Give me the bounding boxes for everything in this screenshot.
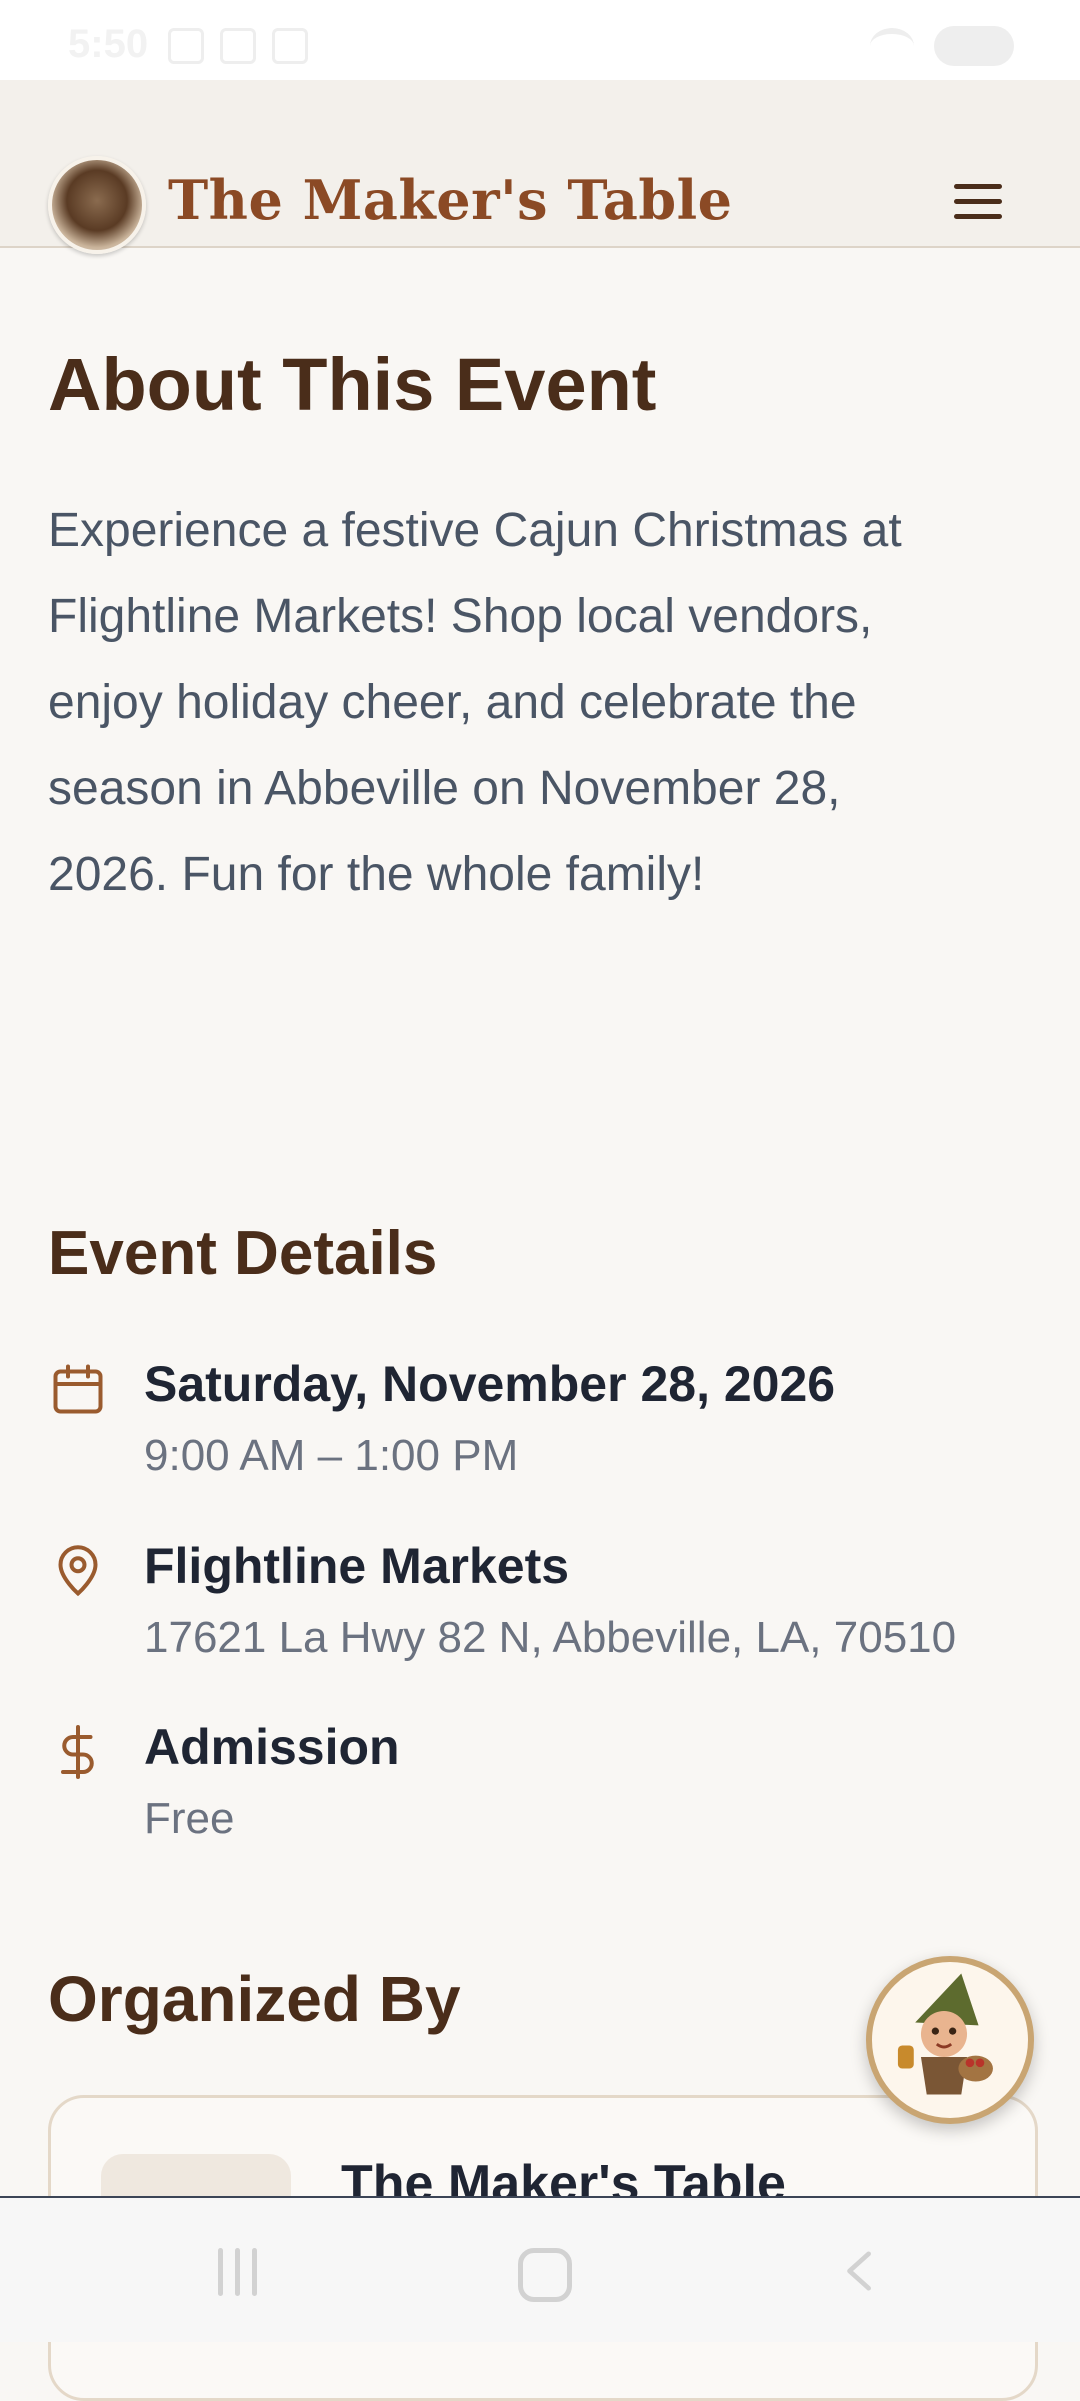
recent-apps-button[interactable] <box>218 2248 257 2296</box>
event-details-heading: Event Details <box>48 1219 438 1288</box>
about-heading: About This Event <box>48 343 657 426</box>
about-description: Experience a festive Cajun Christmas at … <box>48 488 1038 918</box>
venue-address[interactable]: 17621 La Hwy 82 N, Abbeville, LA, 70510 <box>144 1613 956 1663</box>
admission-value: Free <box>144 1794 235 1843</box>
status-notification-icons <box>168 28 308 64</box>
system-navigation-bar <box>0 2196 1080 2342</box>
hamburger-menu-icon[interactable] <box>954 184 1002 224</box>
about-line: 2026. Fun for the whole family! <box>48 848 705 901</box>
event-date: Saturday, November 28, 2026 <box>144 1356 836 1412</box>
dollar-icon <box>61 1725 94 1779</box>
status-system-icons <box>870 26 1014 66</box>
about-line: Flightline Markets! Shop local vendors, <box>48 590 873 643</box>
map-pin-icon <box>58 1545 98 1597</box>
event-time: 9:00 AM – 1:00 PM <box>144 1431 519 1480</box>
status-time: 5:50 <box>68 22 149 66</box>
alarm-icon <box>168 28 204 64</box>
back-button[interactable] <box>838 2246 884 2296</box>
activity-icon <box>220 28 256 64</box>
about-line: enjoy holiday cheer, and celebrate the <box>48 676 857 729</box>
about-line: Experience a festive Cajun Christmas at <box>48 504 902 557</box>
calendar-icon <box>53 1364 103 1414</box>
organized-by-heading: Organized By <box>48 1963 461 2035</box>
brand-name[interactable]: The Maker's Table <box>168 168 732 232</box>
chat-assistant-button[interactable] <box>866 1956 1034 2124</box>
wifi-icon <box>870 28 914 64</box>
elf-avatar-icon <box>897 1973 993 2095</box>
device-icon <box>272 28 308 64</box>
status-bar: 5:50 <box>0 0 1080 80</box>
site-header: The Maker's Table <box>0 80 1080 254</box>
about-line: season in Abbeville on November 28, <box>48 762 841 815</box>
admission-label: Admission <box>144 1719 400 1775</box>
battery-icon <box>934 26 1014 66</box>
brand-logo[interactable] <box>48 156 146 254</box>
venue-name: Flightline Markets <box>144 1538 570 1594</box>
home-button[interactable] <box>518 2248 572 2302</box>
